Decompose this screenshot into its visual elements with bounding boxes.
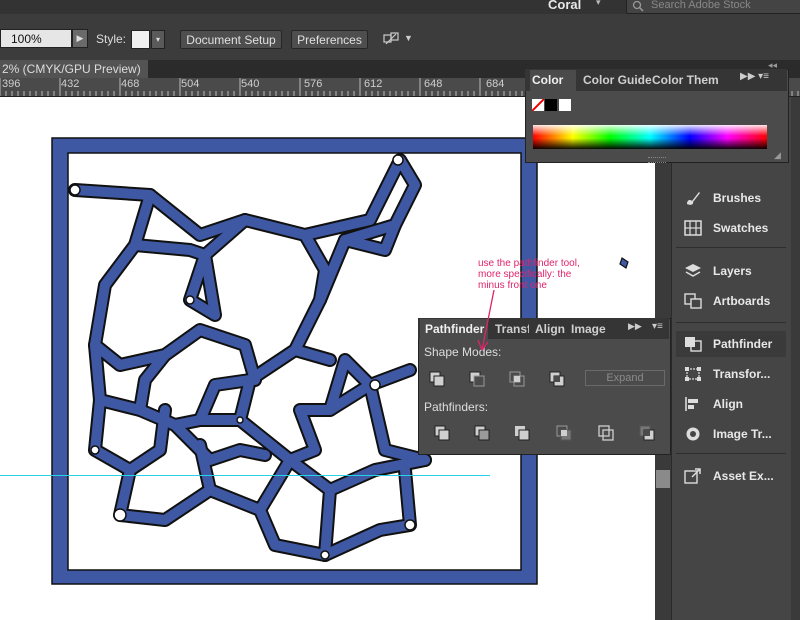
ruler-tick-label: 612 [364, 78, 383, 90]
dock-separator [676, 322, 786, 323]
ruler-tick-label: 576 [304, 78, 323, 90]
search-icon [632, 0, 644, 12]
annotation-arrow-icon [477, 289, 495, 351]
panel-resize-grip[interactable] [648, 157, 666, 163]
intersect-icon[interactable] [508, 370, 526, 388]
none-swatch[interactable] [532, 99, 544, 111]
style-dropdown[interactable]: ▾ [151, 30, 165, 49]
expand-button[interactable]: Expand [585, 370, 665, 386]
ruler-tick-label: 504 [181, 78, 200, 90]
ruler-tick-label: 684 [486, 78, 505, 90]
chevron-down-icon[interactable]: ▾ [596, 0, 601, 8]
dock-item-label: Image Tr... [713, 427, 772, 441]
dock-item-label: Transfor... [713, 367, 771, 381]
color-spectrum[interactable] [533, 125, 767, 149]
dock-item-label: Asset Ex... [713, 469, 774, 483]
exclude-icon[interactable] [548, 370, 566, 388]
smart-guide-line [0, 475, 490, 476]
image-trace-icon [686, 427, 700, 441]
stock-search-input[interactable]: Search Adobe Stock [626, 0, 800, 14]
tab-align[interactable]: Align [535, 319, 565, 340]
expand-tabs-icon[interactable]: ▶▶ [628, 321, 642, 332]
zoom-field[interactable]: 100% [0, 29, 72, 48]
dock-item-label: Pathfinder [713, 337, 773, 351]
unite-icon[interactable] [428, 370, 446, 388]
export-icon [684, 468, 701, 484]
dock-separator [676, 247, 786, 248]
tab-label: Color [532, 73, 564, 87]
dock-item-transform[interactable]: Transfor... [676, 361, 786, 387]
ruler-tick-label: 432 [61, 78, 80, 90]
layers-icon [685, 264, 701, 277]
swatches-icon [684, 220, 702, 236]
black-swatch[interactable] [545, 99, 557, 111]
trim-icon[interactable] [473, 424, 491, 442]
dock-item-layers[interactable]: Layers [676, 258, 786, 284]
pathfinder-icon [685, 337, 702, 352]
align-icon [685, 397, 698, 411]
dock-item-label: Brushes [713, 191, 762, 205]
ruler-tick-label: 396 [2, 78, 21, 90]
annotation-line: more specifically: the [478, 269, 572, 280]
tab-color-themes[interactable]: Color Them [652, 70, 719, 91]
dock-item-label: Artboards [713, 294, 771, 308]
ruler-tick-label: 468 [121, 78, 140, 90]
dock-item-brushes[interactable]: Brushes [676, 185, 786, 211]
white-swatch[interactable] [559, 99, 571, 111]
stock-search-placeholder: Search Adobe Stock [651, 0, 751, 11]
arrange-documents-icon[interactable] [382, 30, 400, 48]
tab-color-guide[interactable]: Color Guide [583, 70, 652, 91]
style-swatch[interactable] [131, 30, 150, 49]
pathfinders-label: Pathfinders: [424, 400, 489, 414]
outline-icon[interactable] [597, 424, 615, 442]
workspace-switcher[interactable]: Coral [548, 0, 581, 12]
dock-item-asset-export[interactable]: Asset Ex... [676, 463, 786, 489]
ruler-tick-label: 648 [424, 78, 443, 90]
chevron-down-icon[interactable]: ▼ [404, 33, 413, 43]
zoom-dropdown-button[interactable]: ▶ [72, 29, 88, 48]
dock-item-swatches[interactable]: Swatches [676, 215, 786, 241]
dock-edge [791, 97, 800, 620]
panel-dock [671, 97, 792, 620]
dock-item-image-trace[interactable]: Image Tr... [676, 421, 786, 447]
dock-item-label: Layers [713, 264, 752, 278]
dock-separator [676, 453, 786, 454]
divide-icon[interactable] [433, 424, 451, 442]
ruler-tick-label: 540 [241, 78, 260, 90]
tab-color[interactable]: Color [530, 70, 576, 91]
resize-corner-icon[interactable]: ◢ [774, 150, 781, 161]
document-tab[interactable]: 2% (CMYK/GPU Preview) [0, 60, 148, 78]
merge-icon[interactable] [513, 424, 531, 442]
annotation-line: use the pathfinder tool, [478, 258, 580, 269]
minus-front-icon[interactable] [468, 370, 486, 388]
artboards-icon [684, 293, 702, 309]
dock-item-label: Swatches [713, 221, 769, 235]
transform-icon [685, 367, 701, 381]
scrollbar-thumb[interactable] [656, 470, 670, 488]
dock-item-label: Align [713, 397, 743, 411]
dock-item-align[interactable]: Align [676, 391, 786, 417]
panel-menu-icon[interactable]: ▾≡ [652, 321, 663, 332]
tab-image-trace[interactable]: Image [571, 319, 606, 340]
document-setup-button[interactable]: Document Setup [180, 30, 282, 49]
dock-item-artboards[interactable]: Artboards [676, 288, 786, 314]
panel-menu-icon[interactable]: ▶▶ ▾≡ [740, 71, 769, 82]
minus-back-icon[interactable] [638, 424, 656, 442]
style-label: Style: [96, 32, 127, 46]
brush-icon [687, 192, 700, 205]
crop-icon[interactable] [555, 424, 573, 442]
preferences-button[interactable]: Preferences [291, 30, 368, 49]
dock-item-pathfinder[interactable]: Pathfinder [676, 331, 786, 357]
none-slash-icon [532, 99, 544, 111]
